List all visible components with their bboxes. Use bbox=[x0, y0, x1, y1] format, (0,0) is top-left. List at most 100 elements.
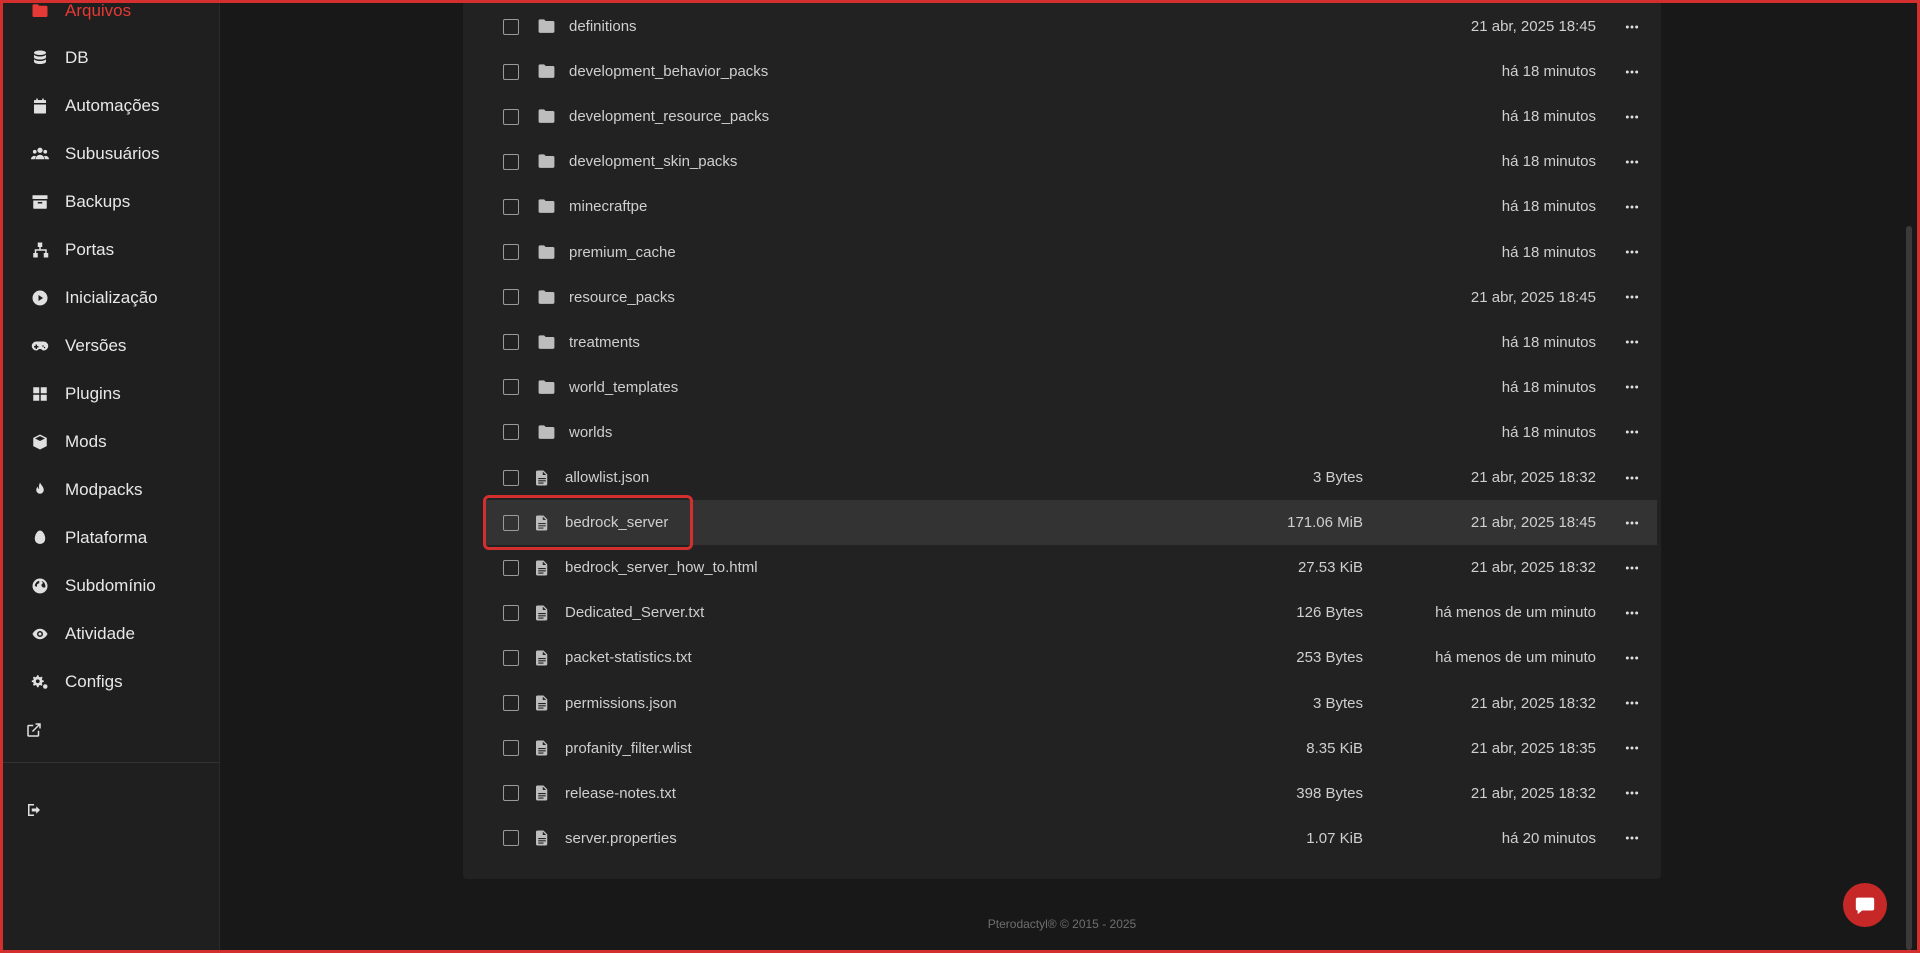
row-actions-button[interactable] bbox=[1617, 15, 1647, 39]
file-row[interactable]: worlds há 18 minutos bbox=[483, 410, 1657, 455]
file-name[interactable]: minecraftpe bbox=[569, 198, 647, 215]
file-name[interactable]: world_templates bbox=[569, 379, 678, 396]
file-row[interactable]: development_resource_packs há 18 minutos bbox=[483, 94, 1657, 139]
sidebar-item-modpacks[interactable]: Modpacks bbox=[3, 470, 220, 510]
row-actions-button[interactable] bbox=[1617, 511, 1647, 535]
row-checkbox[interactable] bbox=[503, 63, 519, 80]
file-name[interactable]: development_behavior_packs bbox=[569, 63, 768, 80]
file-row[interactable]: Dedicated_Server.txt 126 Bytes há menos de… bbox=[483, 590, 1657, 635]
ellipsis-icon bbox=[1625, 160, 1639, 164]
file-name[interactable]: development_skin_packs bbox=[569, 153, 737, 170]
file-name[interactable]: bedrock_server bbox=[565, 514, 668, 531]
sidebar-item-label: Configs bbox=[65, 672, 123, 691]
row-actions-button[interactable] bbox=[1617, 556, 1647, 580]
file-row[interactable]: world_templates há 18 minutos bbox=[483, 365, 1657, 410]
row-checkbox[interactable] bbox=[503, 559, 519, 576]
sidebar-item-mods[interactable]: Mods bbox=[3, 422, 220, 462]
sidebar-item-backups[interactable]: Backups bbox=[3, 182, 220, 222]
file-row[interactable]: resource_packs 21 abr, 2025 18:45 bbox=[483, 275, 1657, 320]
file-row[interactable]: development_skin_packs há 18 minutos bbox=[483, 139, 1657, 184]
sidebar-item-subusuarios[interactable]: Subusuários bbox=[3, 134, 220, 174]
row-checkbox[interactable] bbox=[503, 379, 519, 396]
file-name[interactable]: development_resource_packs bbox=[569, 108, 769, 125]
cogs-icon-wrap bbox=[29, 671, 51, 693]
sidebar-external-link[interactable] bbox=[3, 710, 220, 750]
row-actions-button[interactable] bbox=[1617, 646, 1647, 670]
file-name[interactable]: release-notes.txt bbox=[565, 785, 676, 802]
sidebar-item-plataforma[interactable]: Plataforma bbox=[3, 518, 220, 558]
file-row[interactable]: treatments há 18 minutos bbox=[483, 320, 1657, 365]
row-checkbox[interactable] bbox=[503, 424, 519, 441]
sidebar-item-db[interactable]: DB bbox=[3, 38, 220, 78]
file-row[interactable]: premium_cache há 18 minutos bbox=[483, 230, 1657, 275]
file-row[interactable]: allowlist.json 3 Bytes 21 abr, 2025 18:32 bbox=[483, 455, 1657, 500]
file-row[interactable]: release-notes.txt 398 Bytes 21 abr, 2025 1… bbox=[483, 771, 1657, 816]
row-actions-button[interactable] bbox=[1617, 826, 1647, 850]
file-modified: há 18 minutos bbox=[1501, 63, 1596, 81]
row-checkbox[interactable] bbox=[503, 649, 519, 666]
row-checkbox[interactable] bbox=[503, 108, 519, 125]
row-actions-button[interactable] bbox=[1617, 781, 1647, 805]
sidebar-item-automacoes[interactable]: Automações bbox=[3, 86, 220, 126]
file-name[interactable]: worlds bbox=[569, 424, 612, 441]
file-icon-wrap bbox=[531, 602, 553, 624]
row-checkbox[interactable] bbox=[503, 469, 519, 486]
sidebar-item-inicializacao[interactable]: Inicialização bbox=[3, 278, 220, 318]
page-scrollbar[interactable] bbox=[1906, 226, 1912, 950]
row-checkbox[interactable] bbox=[503, 514, 519, 531]
row-actions-button[interactable] bbox=[1617, 285, 1647, 309]
sidebar-item-plugins[interactable]: Plugins bbox=[3, 374, 220, 414]
file-name[interactable]: profanity_filter.wlist bbox=[565, 740, 692, 757]
row-checkbox[interactable] bbox=[503, 244, 519, 260]
sidebar-item-configs[interactable]: Configs bbox=[3, 662, 220, 702]
chat-button[interactable] bbox=[1843, 883, 1887, 927]
sidebar-item-portas[interactable]: Portas bbox=[3, 230, 220, 270]
file-name[interactable]: permissions.json bbox=[565, 695, 677, 712]
sidebar-item-atividade[interactable]: Atividade bbox=[3, 614, 220, 654]
sidebar-item-subdominio[interactable]: Subdomínio bbox=[3, 566, 220, 606]
file-row[interactable]: packet-statistics.txt 253 Bytes há menos d… bbox=[483, 635, 1657, 680]
file-row[interactable]: server.properties 1.07 KiB há 20 minutos bbox=[483, 816, 1657, 861]
row-checkbox[interactable] bbox=[503, 830, 519, 847]
file-name[interactable]: packet-statistics.txt bbox=[565, 649, 692, 666]
file-row[interactable]: profanity_filter.wlist 8.35 KiB 21 abr, 20… bbox=[483, 726, 1657, 771]
sidebar-item-arquivos[interactable]: Arquivos bbox=[3, 0, 220, 31]
row-checkbox[interactable] bbox=[503, 785, 519, 802]
file-row[interactable]: permissions.json 3 Bytes 21 abr, 2025 18:3… bbox=[483, 681, 1657, 726]
file-name[interactable]: allowlist.json bbox=[565, 469, 649, 486]
row-actions-button[interactable] bbox=[1617, 691, 1647, 715]
row-checkbox[interactable] bbox=[503, 198, 519, 215]
row-checkbox[interactable] bbox=[503, 289, 519, 306]
file-row[interactable]: development_behavior_packs há 18 minutos bbox=[483, 49, 1657, 94]
row-checkbox[interactable] bbox=[503, 695, 519, 711]
row-actions-button[interactable] bbox=[1617, 60, 1647, 84]
row-actions-button[interactable] bbox=[1617, 150, 1647, 174]
row-actions-button[interactable] bbox=[1617, 240, 1647, 264]
row-actions-button[interactable] bbox=[1617, 105, 1647, 129]
file-name[interactable]: premium_cache bbox=[569, 244, 676, 261]
row-checkbox[interactable] bbox=[503, 604, 519, 621]
row-actions-button[interactable] bbox=[1617, 195, 1647, 219]
row-actions-button[interactable] bbox=[1617, 375, 1647, 399]
file-name[interactable]: resource_packs bbox=[569, 289, 675, 306]
row-checkbox[interactable] bbox=[503, 740, 519, 757]
row-checkbox[interactable] bbox=[503, 153, 519, 170]
file-name[interactable]: bedrock_server_how_to.html bbox=[565, 559, 758, 576]
row-actions-button[interactable] bbox=[1617, 736, 1647, 760]
sidebar-item-versoes[interactable]: Versões bbox=[3, 326, 220, 366]
row-actions-button[interactable] bbox=[1617, 420, 1647, 444]
row-actions-button[interactable] bbox=[1617, 330, 1647, 354]
file-name[interactable]: definitions bbox=[569, 18, 637, 35]
row-checkbox[interactable] bbox=[503, 334, 519, 351]
row-actions-button[interactable] bbox=[1617, 466, 1647, 490]
file-row[interactable]: bedrock_server_how_to.html 27.53 KiB 21 ab… bbox=[483, 545, 1657, 590]
sidebar-logout[interactable] bbox=[3, 790, 220, 830]
file-name[interactable]: treatments bbox=[569, 334, 640, 351]
file-name[interactable]: Dedicated_Server.txt bbox=[565, 604, 704, 621]
file-row[interactable]: minecraftpe há 18 minutos bbox=[483, 184, 1657, 229]
file-row[interactable]: bedrock_server 171.06 MiB 21 abr, 2025 18:… bbox=[483, 500, 1657, 546]
file-row[interactable]: definitions 21 abr, 2025 18:45 bbox=[483, 4, 1657, 49]
row-checkbox[interactable] bbox=[503, 18, 519, 35]
file-name[interactable]: server.properties bbox=[565, 830, 677, 847]
row-actions-button[interactable] bbox=[1617, 601, 1647, 625]
